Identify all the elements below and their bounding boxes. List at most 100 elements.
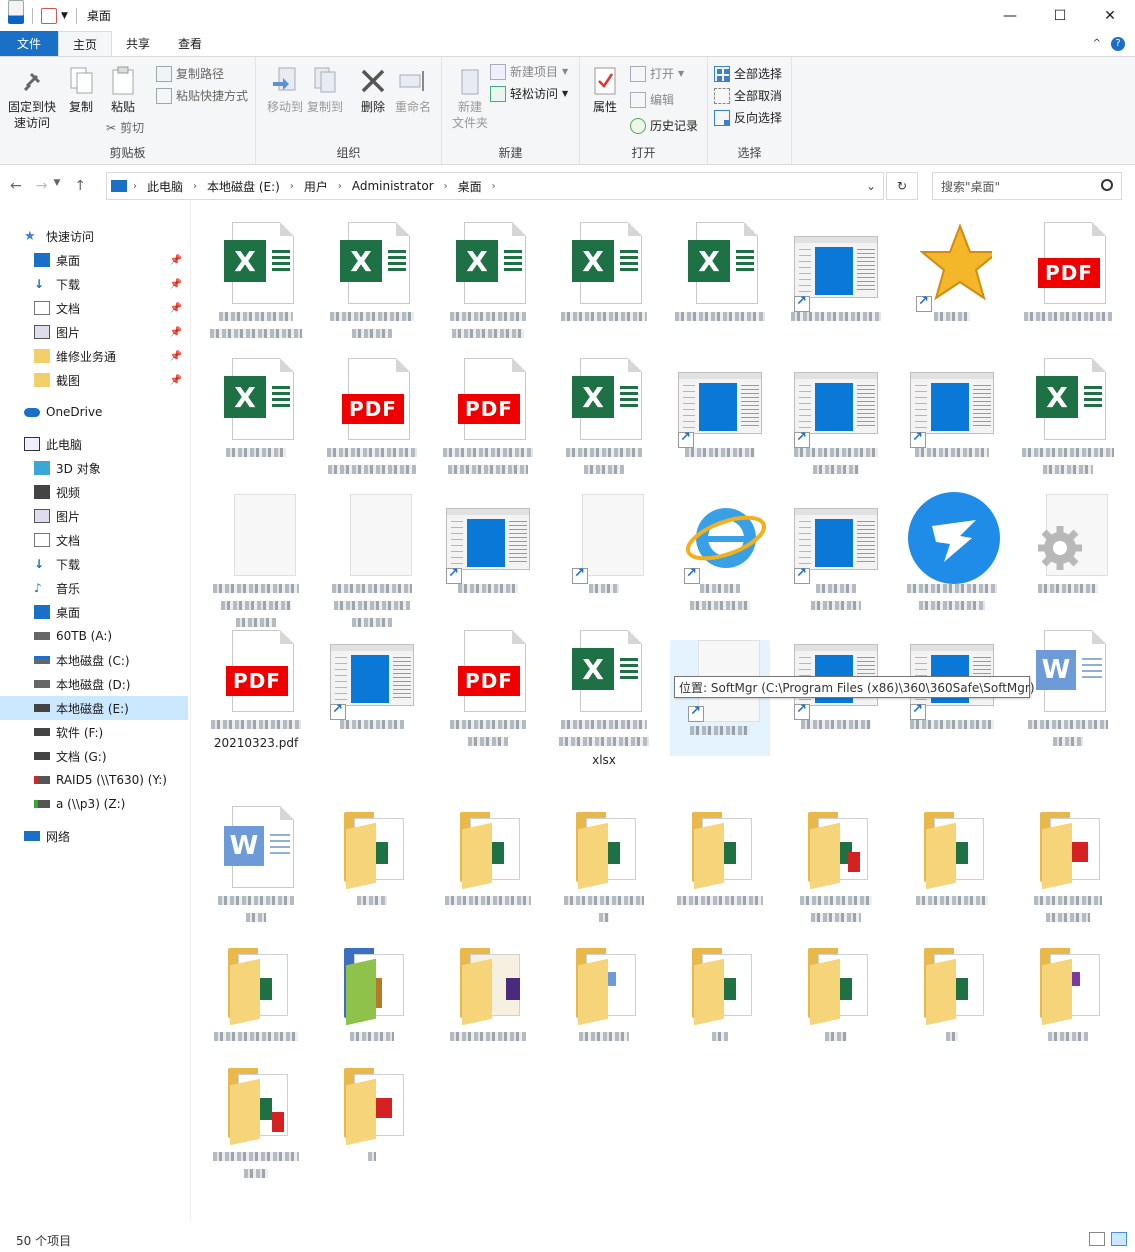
file-item-pdf[interactable]: PDF bbox=[1018, 214, 1118, 350]
file-item-excel[interactable]: X bbox=[322, 214, 422, 350]
folder-item[interactable] bbox=[1018, 798, 1118, 934]
new-folder-icon[interactable] bbox=[8, 0, 24, 16]
search-input[interactable]: 搜索"桌面" bbox=[932, 172, 1122, 200]
sidebar-item-desktop[interactable]: 桌面 bbox=[0, 600, 188, 624]
recent-chevron-icon[interactable]: ▼ bbox=[53, 178, 60, 194]
shortcut-item-generic[interactable] bbox=[554, 486, 654, 622]
address-dropdown-icon[interactable]: ⌄ bbox=[859, 179, 883, 193]
folder-item[interactable] bbox=[438, 934, 538, 1070]
sidebar-item-folder[interactable]: 截图 📌 bbox=[0, 368, 188, 392]
pin-icon[interactable]: 📌 bbox=[170, 375, 182, 386]
pin-icon[interactable]: 📌 bbox=[170, 327, 182, 338]
edit-button[interactable]: 编辑 bbox=[630, 91, 674, 108]
select-all-button[interactable]: 全部选择 bbox=[714, 65, 782, 82]
chevron-up-icon[interactable]: ^ bbox=[1093, 38, 1101, 49]
sidebar-item-documents[interactable]: 文档 bbox=[0, 528, 188, 552]
file-item-excel[interactable]: X bbox=[206, 214, 306, 350]
file-item-generic[interactable] bbox=[322, 486, 422, 627]
shortcut-item-app[interactable] bbox=[786, 350, 886, 486]
properties-check-icon[interactable] bbox=[41, 7, 57, 24]
folder-item[interactable] bbox=[1018, 934, 1118, 1070]
file-item-pdf[interactable]: PDF bbox=[438, 350, 538, 486]
address-bar[interactable]: › 此电脑 › 本地磁盘 (E:) › 用户 › Administrator ›… bbox=[106, 172, 884, 200]
folder-item[interactable] bbox=[438, 798, 538, 934]
file-item-app[interactable] bbox=[902, 486, 1002, 622]
shortcut-item-app[interactable] bbox=[670, 350, 770, 486]
chevron-right-icon[interactable]: › bbox=[133, 181, 137, 192]
back-arrow-icon[interactable]: ← bbox=[10, 178, 22, 194]
file-item-pdf[interactable]: PDF 20210323.pdf bbox=[206, 622, 306, 758]
sidebar-item-drive[interactable]: 本地磁盘 (D:) bbox=[0, 672, 188, 696]
minimize-button[interactable]: — bbox=[985, 0, 1035, 31]
sidebar-item-network-drive[interactable]: a (\\p3) (Z:) bbox=[0, 792, 188, 816]
file-item-excel[interactable]: X bbox=[1018, 350, 1118, 486]
folder-item[interactable] bbox=[902, 934, 1002, 1070]
folder-item[interactable] bbox=[322, 798, 422, 934]
breadcrumb-item[interactable]: 桌面 bbox=[458, 178, 482, 195]
forward-arrow-icon[interactable]: → bbox=[36, 178, 48, 194]
chevron-down-icon[interactable]: ▼ bbox=[61, 11, 68, 21]
chevron-right-icon[interactable]: › bbox=[193, 181, 197, 192]
copy-to-button[interactable]: 复制到 bbox=[300, 65, 350, 115]
sidebar-item-drive[interactable]: 软件 (F:) bbox=[0, 720, 188, 744]
sidebar-item-videos[interactable]: 视频 bbox=[0, 480, 188, 504]
pin-icon[interactable]: 📌 bbox=[170, 279, 182, 290]
breadcrumb-item[interactable]: 此电脑 bbox=[147, 178, 183, 195]
shortcut-item-browser[interactable] bbox=[670, 486, 770, 622]
folder-item[interactable] bbox=[554, 798, 654, 934]
breadcrumb-item[interactable]: 用户 bbox=[304, 178, 328, 195]
pin-icon[interactable]: 📌 bbox=[170, 255, 182, 266]
easy-access-button[interactable]: 轻松访问 ▼ bbox=[490, 85, 568, 102]
file-item-excel[interactable]: X bbox=[206, 350, 306, 486]
sidebar-this-pc[interactable]: 此电脑 bbox=[0, 432, 188, 456]
copy-path-button[interactable]: 复制路径 bbox=[156, 65, 224, 82]
folder-item[interactable] bbox=[670, 798, 770, 934]
file-item-generic[interactable] bbox=[206, 486, 306, 627]
sidebar-item-pictures[interactable]: 图片 bbox=[0, 504, 188, 528]
paste-shortcut-button[interactable]: 粘贴快捷方式 bbox=[156, 87, 248, 104]
tab-file[interactable]: 文件 bbox=[0, 31, 58, 56]
cut-button[interactable]: ✂ 剪切 bbox=[106, 119, 144, 136]
sidebar-item-drive-selected[interactable]: 本地磁盘 (E:) bbox=[0, 696, 188, 720]
pin-icon[interactable]: 📌 bbox=[170, 351, 182, 362]
folder-item[interactable] bbox=[322, 934, 422, 1070]
chevron-right-icon[interactable]: › bbox=[338, 181, 342, 192]
sidebar-item-documents[interactable]: 文档 📌 bbox=[0, 296, 188, 320]
file-item-excel[interactable]: X bbox=[554, 350, 654, 486]
shortcut-item-hovered[interactable] bbox=[670, 640, 770, 756]
chevron-right-icon[interactable]: › bbox=[290, 181, 294, 192]
paste-button[interactable]: 粘贴 bbox=[98, 65, 148, 115]
close-button[interactable]: ✕ bbox=[1085, 0, 1135, 31]
sidebar-item-drive[interactable]: 本地磁盘 (C:) bbox=[0, 648, 188, 672]
sidebar-onedrive[interactable]: OneDrive bbox=[0, 400, 188, 424]
sidebar-item-network-drive[interactable]: RAID5 (\\T630) (Y:) bbox=[0, 768, 188, 792]
shortcut-item-app[interactable] bbox=[786, 214, 886, 350]
file-item-settings[interactable] bbox=[1018, 486, 1118, 622]
file-item-word[interactable]: W bbox=[206, 798, 306, 934]
folder-item[interactable] bbox=[786, 798, 886, 934]
sidebar-item-drive[interactable]: 文档 (G:) bbox=[0, 744, 188, 768]
sidebar-network[interactable]: 网络 bbox=[0, 824, 188, 848]
folder-item[interactable] bbox=[670, 934, 770, 1070]
properties-button[interactable]: 属性 bbox=[580, 65, 630, 115]
sidebar-item-pictures[interactable]: 图片 📌 bbox=[0, 320, 188, 344]
file-item-excel[interactable]: X bbox=[554, 214, 654, 350]
up-arrow-icon[interactable]: ↑ bbox=[74, 178, 86, 194]
pin-quick-access-button[interactable]: 固定到快 速访问 bbox=[4, 65, 60, 131]
tab-view[interactable]: 查看 bbox=[164, 31, 216, 56]
sidebar-item-music[interactable]: ♪ 音乐 bbox=[0, 576, 188, 600]
sidebar-item-drive[interactable]: 60TB (A:) bbox=[0, 624, 188, 648]
refresh-button[interactable]: ↻ bbox=[886, 172, 918, 200]
history-button[interactable]: 历史记录 bbox=[630, 117, 698, 134]
shortcut-item-favorite[interactable] bbox=[902, 214, 1002, 350]
chevron-right-icon[interactable]: › bbox=[492, 181, 496, 192]
large-icons-view-icon[interactable] bbox=[1111, 1232, 1127, 1246]
file-item-excel[interactable]: X bbox=[438, 214, 538, 350]
details-view-icon[interactable] bbox=[1089, 1232, 1105, 1246]
shortcut-item-app[interactable] bbox=[438, 486, 538, 622]
file-item-excel[interactable]: X bbox=[670, 214, 770, 350]
file-item-excel[interactable]: X xlsx bbox=[554, 622, 654, 767]
folder-item[interactable] bbox=[206, 934, 306, 1070]
tab-share[interactable]: 共享 bbox=[112, 31, 164, 56]
shortcut-item-app[interactable] bbox=[902, 350, 1002, 486]
